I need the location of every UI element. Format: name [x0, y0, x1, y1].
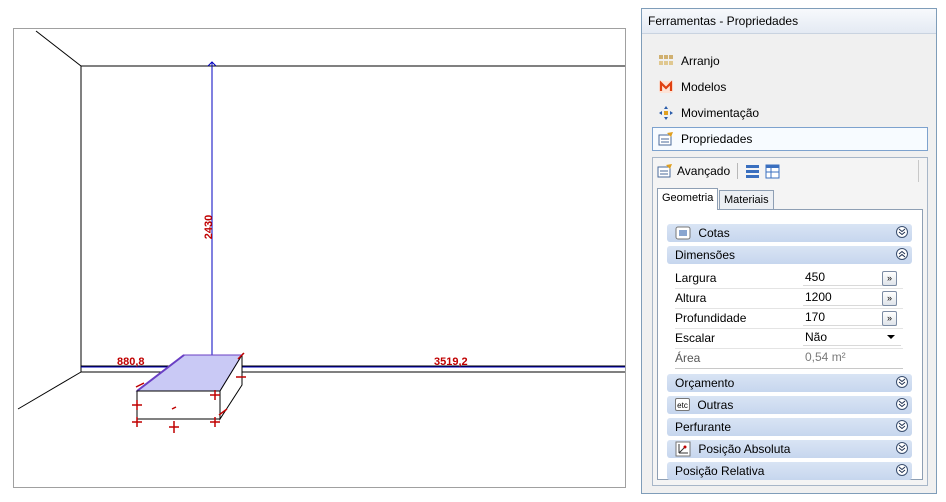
altura-more-button[interactable]: »	[882, 291, 897, 306]
advanced-properties-icon	[657, 164, 672, 178]
section-perfurante[interactable]: Perfurante	[667, 418, 912, 436]
section-title: Posição Relativa	[675, 464, 765, 478]
nav-item-label: Movimentação	[681, 106, 760, 120]
section-title: Cotas	[698, 226, 730, 240]
wall-edge-top-diagonal	[35, 30, 82, 67]
section-posicao-relativa[interactable]: Posição Relativa	[667, 462, 912, 480]
models-m-icon	[659, 80, 673, 93]
left-width-label: 880,8	[117, 356, 145, 368]
property-row-largura: Largura 450 »	[675, 268, 903, 288]
nav-item-arranjo[interactable]: Arranjo	[652, 49, 928, 73]
chevron-down-icon[interactable]	[896, 226, 908, 238]
properties-icon	[658, 132, 673, 146]
section-orcamento[interactable]: Orçamento	[667, 374, 912, 392]
chevron-down-icon[interactable]	[896, 376, 908, 388]
property-row-altura: Altura 1200 »	[675, 288, 903, 308]
section-title: Posição Absoluta	[698, 442, 791, 456]
3d-viewport[interactable]: 2430 880,8 3519,2	[13, 28, 626, 488]
chevron-down-icon[interactable]	[896, 398, 908, 410]
chevron-down-icon[interactable]	[896, 442, 908, 454]
section-title: Orçamento	[675, 376, 735, 390]
properties-toolbar: Avançado	[653, 158, 927, 184]
section-title: Dimensões	[675, 248, 736, 262]
dropdown-arrow-icon[interactable]	[887, 335, 895, 339]
resize-handle	[169, 421, 179, 433]
chevron-down-icon[interactable]	[896, 420, 908, 432]
advanced-label: Avançado	[677, 164, 731, 178]
largura-more-button[interactable]: »	[882, 271, 897, 286]
property-label: Escalar	[675, 331, 716, 345]
toolbar-edge	[918, 160, 919, 182]
property-row-area: Área 0,54 m²	[675, 348, 903, 368]
profundidade-more-button[interactable]: »	[882, 311, 897, 326]
table-view-icon[interactable]	[765, 164, 780, 179]
tool-navigation: Arranjo Modelos Movimentação Propriedade…	[652, 49, 928, 153]
arrangement-grid-icon	[659, 55, 673, 65]
categorized-view-icon[interactable]	[745, 164, 760, 179]
tab-materiais[interactable]: Materiais	[719, 190, 774, 210]
geometry-tab-content: Cotas Dimensões Largura 450 » Altura 120…	[657, 209, 923, 480]
etc-icon: etc	[675, 398, 690, 412]
area-value: 0,54 m²	[803, 349, 897, 366]
nav-item-label: Propriedades	[681, 132, 753, 146]
height-dimension: 2430	[203, 61, 217, 357]
property-label: Altura	[675, 291, 707, 305]
property-label: Profundidade	[675, 311, 747, 325]
room-edges	[17, 30, 625, 410]
section-cotas[interactable]: Cotas	[667, 224, 912, 242]
right-width-label: 3519,2	[434, 356, 468, 368]
tools-properties-panel: Ferramentas - Propriedades Arranjo Model…	[641, 8, 937, 494]
properties-subpanel: Avançado Geometria Materiais Cotas Dimen…	[652, 157, 928, 486]
nav-item-label: Modelos	[681, 80, 727, 94]
section-title: Perfurante	[675, 420, 732, 434]
section-outras[interactable]: etc Outras	[667, 396, 912, 414]
height-dimension-label: 2430	[203, 215, 215, 239]
property-label: Largura	[675, 271, 717, 285]
toolbar-separator	[737, 163, 738, 179]
section-title: Outras	[697, 398, 734, 412]
tab-geometria[interactable]: Geometria	[657, 188, 719, 210]
move-arrows-icon	[659, 106, 673, 120]
nav-item-label: Arranjo	[681, 54, 720, 68]
floor-edge-diagonal	[17, 371, 82, 410]
position-axis-icon	[675, 441, 691, 457]
section-posicao-absoluta[interactable]: Posição Absoluta	[667, 440, 912, 458]
chevron-up-icon[interactable]	[896, 248, 908, 260]
section-dimensoes[interactable]: Dimensões	[667, 246, 912, 264]
dimensions-ruler-icon	[675, 226, 691, 240]
chevron-down-icon[interactable]	[896, 464, 908, 476]
nav-item-propriedades[interactable]: Propriedades	[652, 127, 928, 151]
scene-canvas[interactable]: 2430 880,8 3519,2	[14, 29, 625, 487]
row-divider	[675, 368, 903, 369]
property-row-escalar: Escalar Não	[675, 328, 903, 348]
nav-item-modelos[interactable]: Modelos	[652, 75, 928, 99]
advanced-button[interactable]: Avançado	[657, 161, 730, 181]
property-label: Área	[675, 351, 701, 365]
nav-item-movimentacao[interactable]: Movimentação	[652, 101, 928, 125]
panel-title: Ferramentas - Propriedades	[642, 9, 936, 34]
property-row-profundidade: Profundidade 170 »	[675, 308, 903, 328]
